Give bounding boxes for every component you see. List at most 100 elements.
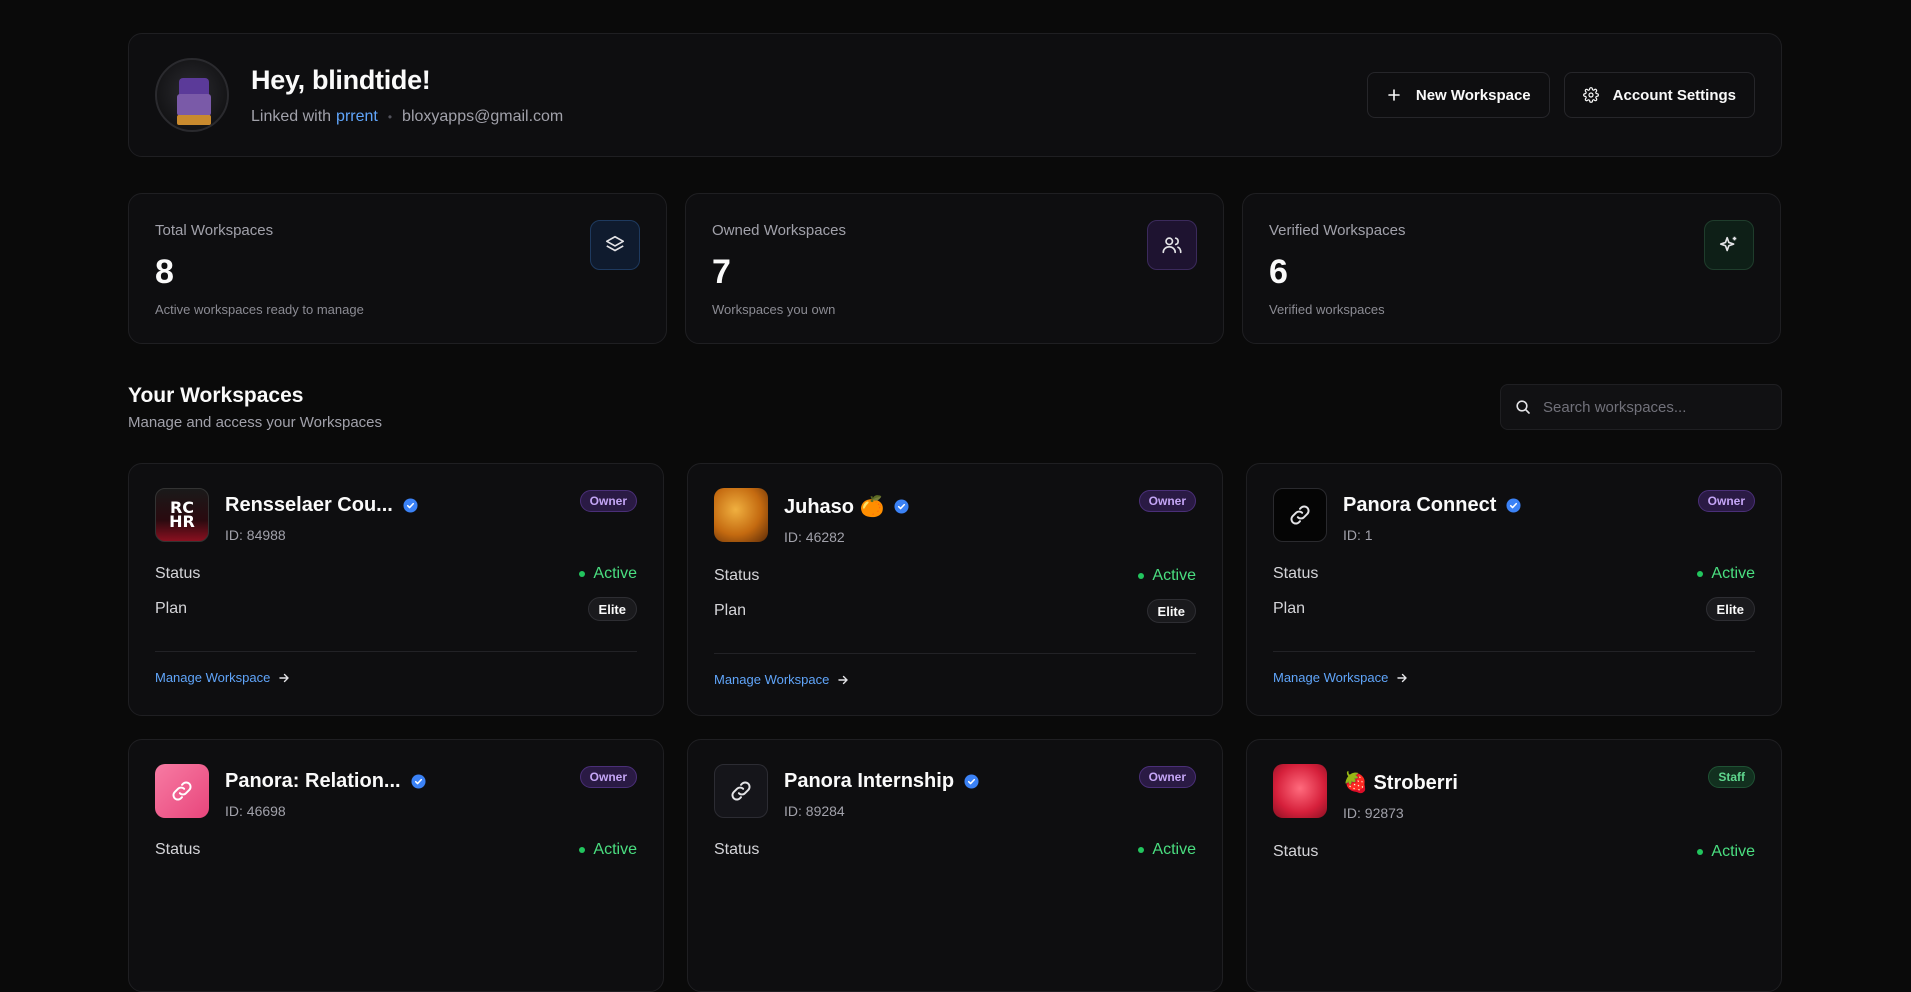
linked-prefix: Linked with — [251, 107, 332, 125]
status-label: Status — [155, 565, 201, 582]
section-title: Your Workspaces — [128, 384, 304, 407]
role-badge: Owner — [579, 490, 637, 512]
plan-label: Plan — [714, 602, 747, 619]
new-workspace-button[interactable]: New Workspace — [1366, 72, 1550, 118]
status-label: Status — [1273, 565, 1319, 582]
stat-value: 6 — [1269, 253, 1288, 291]
arrow-right-icon — [1397, 673, 1408, 682]
layers-icon — [590, 220, 640, 270]
status-value: Active — [593, 565, 637, 582]
sparkles-icon — [1704, 220, 1754, 270]
stat-value: 7 — [712, 253, 731, 291]
role-badge: Owner — [1138, 490, 1196, 512]
stat-verified-workspaces: Verified Workspaces 6 Verified workspace… — [1242, 193, 1781, 344]
search-box[interactable] — [1500, 384, 1782, 430]
role-badge: Owner — [579, 766, 637, 788]
workspace-id: ID: 92873 — [1343, 805, 1404, 821]
avatar[interactable] — [155, 58, 229, 132]
workspace-id: ID: 89284 — [784, 803, 845, 819]
arrow-right-icon — [838, 675, 849, 684]
workspace-name: Panora Internship — [784, 770, 955, 792]
stats-row: Total Workspaces 8 Active workspaces rea… — [128, 193, 1782, 344]
link-icon — [1273, 488, 1327, 542]
greeting-title: Hey, blindtide! — [251, 64, 431, 95]
manage-workspace-link[interactable]: Manage Workspace — [714, 672, 1196, 687]
profile-header: Hey, blindtide! Linked with prrent • blo… — [128, 33, 1782, 157]
status-indicator: Active — [1697, 843, 1755, 861]
status-value: Active — [1711, 843, 1755, 860]
workspace-card[interactable]: 🍓 Stroberri ID: 92873 Staff Status Active — [1246, 739, 1782, 992]
workspace-name: Panora: Relation... — [225, 770, 401, 792]
stat-label: Verified Workspaces — [1269, 222, 1406, 239]
link-icon — [155, 764, 209, 818]
verified-badge-icon — [964, 774, 979, 789]
plan-badge: Elite — [587, 597, 637, 621]
verified-badge-icon — [411, 774, 426, 789]
manage-workspace-link[interactable]: Manage Workspace — [1273, 670, 1755, 685]
status-label: Status — [155, 841, 201, 858]
workspace-card[interactable]: RC HR Rensselaer Cou... ID: 84988 Owner … — [128, 463, 664, 716]
manage-workspace-link[interactable]: Manage Workspace — [155, 670, 637, 685]
role-badge: Owner — [1138, 766, 1196, 788]
plan-badge: Elite — [1705, 597, 1755, 621]
search-icon — [1516, 400, 1530, 414]
status-indicator: Active — [1697, 565, 1755, 583]
account-settings-button[interactable]: Account Settings — [1563, 72, 1755, 118]
status-value: Active — [593, 841, 637, 858]
workspace-name: Rensselaer Cou... — [225, 494, 393, 516]
stat-description: Verified workspaces — [1269, 302, 1385, 317]
workspace-card[interactable]: Juhaso 🍊 ID: 46282 Owner Status Active Pl… — [687, 463, 1223, 716]
stat-description: Active workspaces ready to manage — [155, 302, 364, 317]
verified-badge-icon — [894, 499, 910, 514]
verified-badge-icon — [1506, 498, 1521, 513]
linked-username-link[interactable]: prrent — [336, 108, 378, 126]
status-indicator: Active — [1138, 841, 1196, 859]
workspace-id: ID: 46282 — [784, 529, 845, 545]
role-badge: Staff — [1708, 766, 1755, 788]
section-subtitle: Manage and access your Workspaces — [128, 414, 383, 431]
plan-label: Plan — [1273, 600, 1306, 617]
greeting-block: Hey, blindtide! Linked with prrent • blo… — [251, 65, 563, 126]
workspace-grid: RC HR Rensselaer Cou... ID: 84988 Owner … — [128, 463, 1782, 992]
manage-label: Manage Workspace — [714, 672, 830, 687]
search-input[interactable] — [1543, 398, 1763, 416]
linked-account: Linked with prrent • bloxyapps@gmail.com — [251, 108, 563, 126]
workspace-card[interactable]: Panora Internship ID: 89284 Owner Status… — [687, 739, 1223, 992]
workspace-name: Juhaso 🍊 — [784, 496, 885, 518]
status-indicator: Active — [579, 841, 637, 859]
user-email: bloxyapps@gmail.com — [402, 107, 564, 125]
stat-total-workspaces: Total Workspaces 8 Active workspaces rea… — [128, 193, 667, 344]
role-badge: Owner — [1697, 490, 1755, 512]
divider — [714, 653, 1196, 654]
stat-owned-workspaces: Owned Workspaces 7 Workspaces you own — [685, 193, 1224, 344]
workspace-name: 🍓 Stroberri — [1343, 772, 1458, 794]
workspace-id: ID: 1 — [1343, 527, 1373, 543]
verified-badge-icon — [403, 498, 418, 513]
workspace-logo — [714, 488, 768, 542]
workspace-card[interactable]: Panora Connect ID: 1 Owner Status Active … — [1246, 463, 1782, 716]
plan-label: Plan — [155, 600, 188, 617]
account-settings-label: Account Settings — [1612, 86, 1736, 104]
workspace-id: ID: 84988 — [225, 527, 286, 543]
workspace-card[interactable]: Panora: Relation... ID: 46698 Owner Stat… — [128, 739, 664, 992]
link-icon — [714, 764, 768, 818]
status-value: Active — [1711, 565, 1755, 582]
arrow-right-icon — [279, 673, 290, 682]
gear-icon — [1582, 87, 1599, 103]
status-value: Active — [1152, 841, 1196, 858]
status-label: Status — [714, 841, 760, 858]
manage-label: Manage Workspace — [155, 670, 271, 685]
status-indicator: Active — [579, 565, 637, 583]
stat-description: Workspaces you own — [712, 302, 836, 317]
stat-value: 8 — [155, 253, 174, 291]
manage-label: Manage Workspace — [1273, 670, 1389, 685]
workspace-logo-text: RC HR — [169, 498, 195, 531]
stat-label: Total Workspaces — [155, 222, 274, 239]
workspace-logo: RC HR — [155, 488, 209, 542]
status-value: Active — [1152, 567, 1196, 584]
users-icon — [1147, 220, 1197, 270]
plus-icon — [1388, 89, 1400, 101]
status-label: Status — [714, 567, 760, 584]
new-workspace-label: New Workspace — [1415, 86, 1531, 104]
plan-badge: Elite — [1146, 599, 1196, 623]
